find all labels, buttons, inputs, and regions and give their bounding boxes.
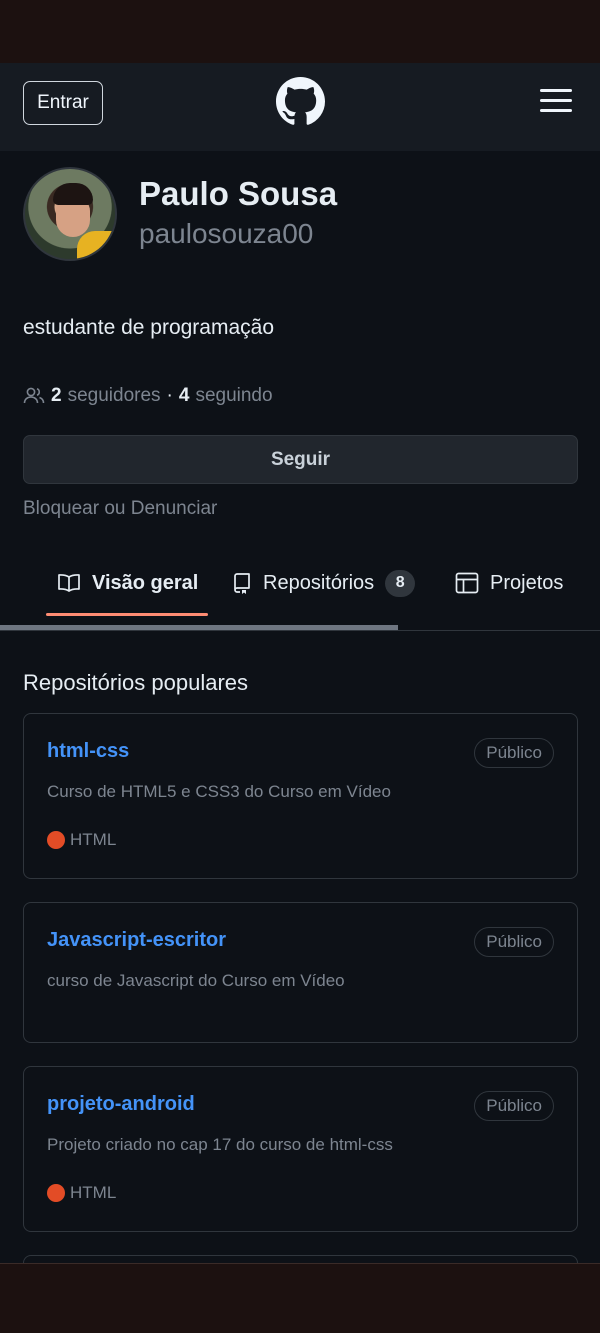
people-icon — [23, 387, 45, 404]
following-count[interactable]: 4 — [179, 385, 190, 407]
tab-overview-label: Visão geral — [92, 571, 199, 594]
repo-description: Projeto criado no cap 17 do curso de htm… — [47, 1135, 393, 1154]
tab-projects[interactable]: Projetos — [455, 553, 563, 613]
avatar[interactable] — [23, 167, 117, 261]
followers-label[interactable]: seguidores — [68, 385, 161, 407]
language-color-dot — [47, 1184, 65, 1202]
repo-icon — [234, 573, 250, 594]
repo-language: HTML — [47, 830, 116, 850]
profile-name: Paulo Sousa — [139, 175, 338, 212]
repo-language: HTML — [47, 1183, 116, 1203]
separator-dot: · — [166, 385, 173, 406]
block-report-link[interactable]: Bloquear ou Denunciar — [23, 498, 217, 520]
repo-name-link[interactable]: projeto-android — [47, 1093, 195, 1116]
page-viewport: Entrar Paulo Sousa paulosouza00 estudant… — [0, 63, 600, 1263]
popular-repos-title: Repositórios populares — [23, 670, 249, 695]
visibility-badge: Público — [474, 927, 554, 957]
profile-bio: estudante de programação — [23, 316, 275, 339]
repo-card: html-css Público Curso de HTML5 e CSS3 d… — [23, 713, 578, 879]
tab-repositories-label: Repositórios — [263, 571, 375, 594]
tab-repositories[interactable]: Repositórios 8 — [232, 553, 416, 613]
system-navigation-bar — [0, 1263, 600, 1333]
language-name: HTML — [70, 1183, 117, 1202]
repo-description: Curso de HTML5 e CSS3 do Curso em Vídeo — [47, 782, 391, 801]
hamburger-menu-icon[interactable] — [540, 89, 572, 113]
signin-button[interactable]: Entrar — [23, 81, 103, 125]
tabs-divider — [0, 630, 600, 631]
followers-row: 2 seguidores · 4 seguindo — [23, 385, 273, 407]
language-name: HTML — [70, 830, 117, 849]
visibility-badge: Público — [474, 1091, 554, 1121]
github-mark-icon[interactable] — [276, 77, 325, 126]
repo-card: Javascript-escritor Público curso de Jav… — [23, 902, 578, 1043]
profile-username: paulosouza00 — [139, 218, 314, 249]
site-header: Entrar — [0, 63, 600, 151]
active-tab-indicator — [46, 613, 208, 616]
repo-name-link[interactable]: Javascript-escritor — [47, 929, 226, 952]
follow-button[interactable]: Seguir — [23, 435, 578, 484]
tab-overview[interactable]: Visão geral — [57, 553, 198, 613]
repositories-counter: 8 — [385, 569, 416, 597]
following-label[interactable]: seguindo — [195, 385, 272, 407]
visibility-badge: Público — [474, 738, 554, 768]
repo-description: curso de Javascript do Curso em Vídeo — [47, 971, 345, 990]
tab-projects-label: Projetos — [490, 571, 564, 594]
book-icon — [58, 574, 80, 592]
profile-tabs: Visão geral Repositórios 8 Projetos — [0, 553, 600, 633]
table-icon — [455, 572, 479, 594]
repo-card-partial — [23, 1255, 578, 1263]
followers-count[interactable]: 2 — [51, 385, 62, 407]
repo-card: projeto-android Público Projeto criado n… — [23, 1066, 578, 1232]
language-color-dot — [47, 831, 65, 849]
system-status-bar — [0, 0, 600, 63]
repo-name-link[interactable]: html-css — [47, 740, 129, 763]
